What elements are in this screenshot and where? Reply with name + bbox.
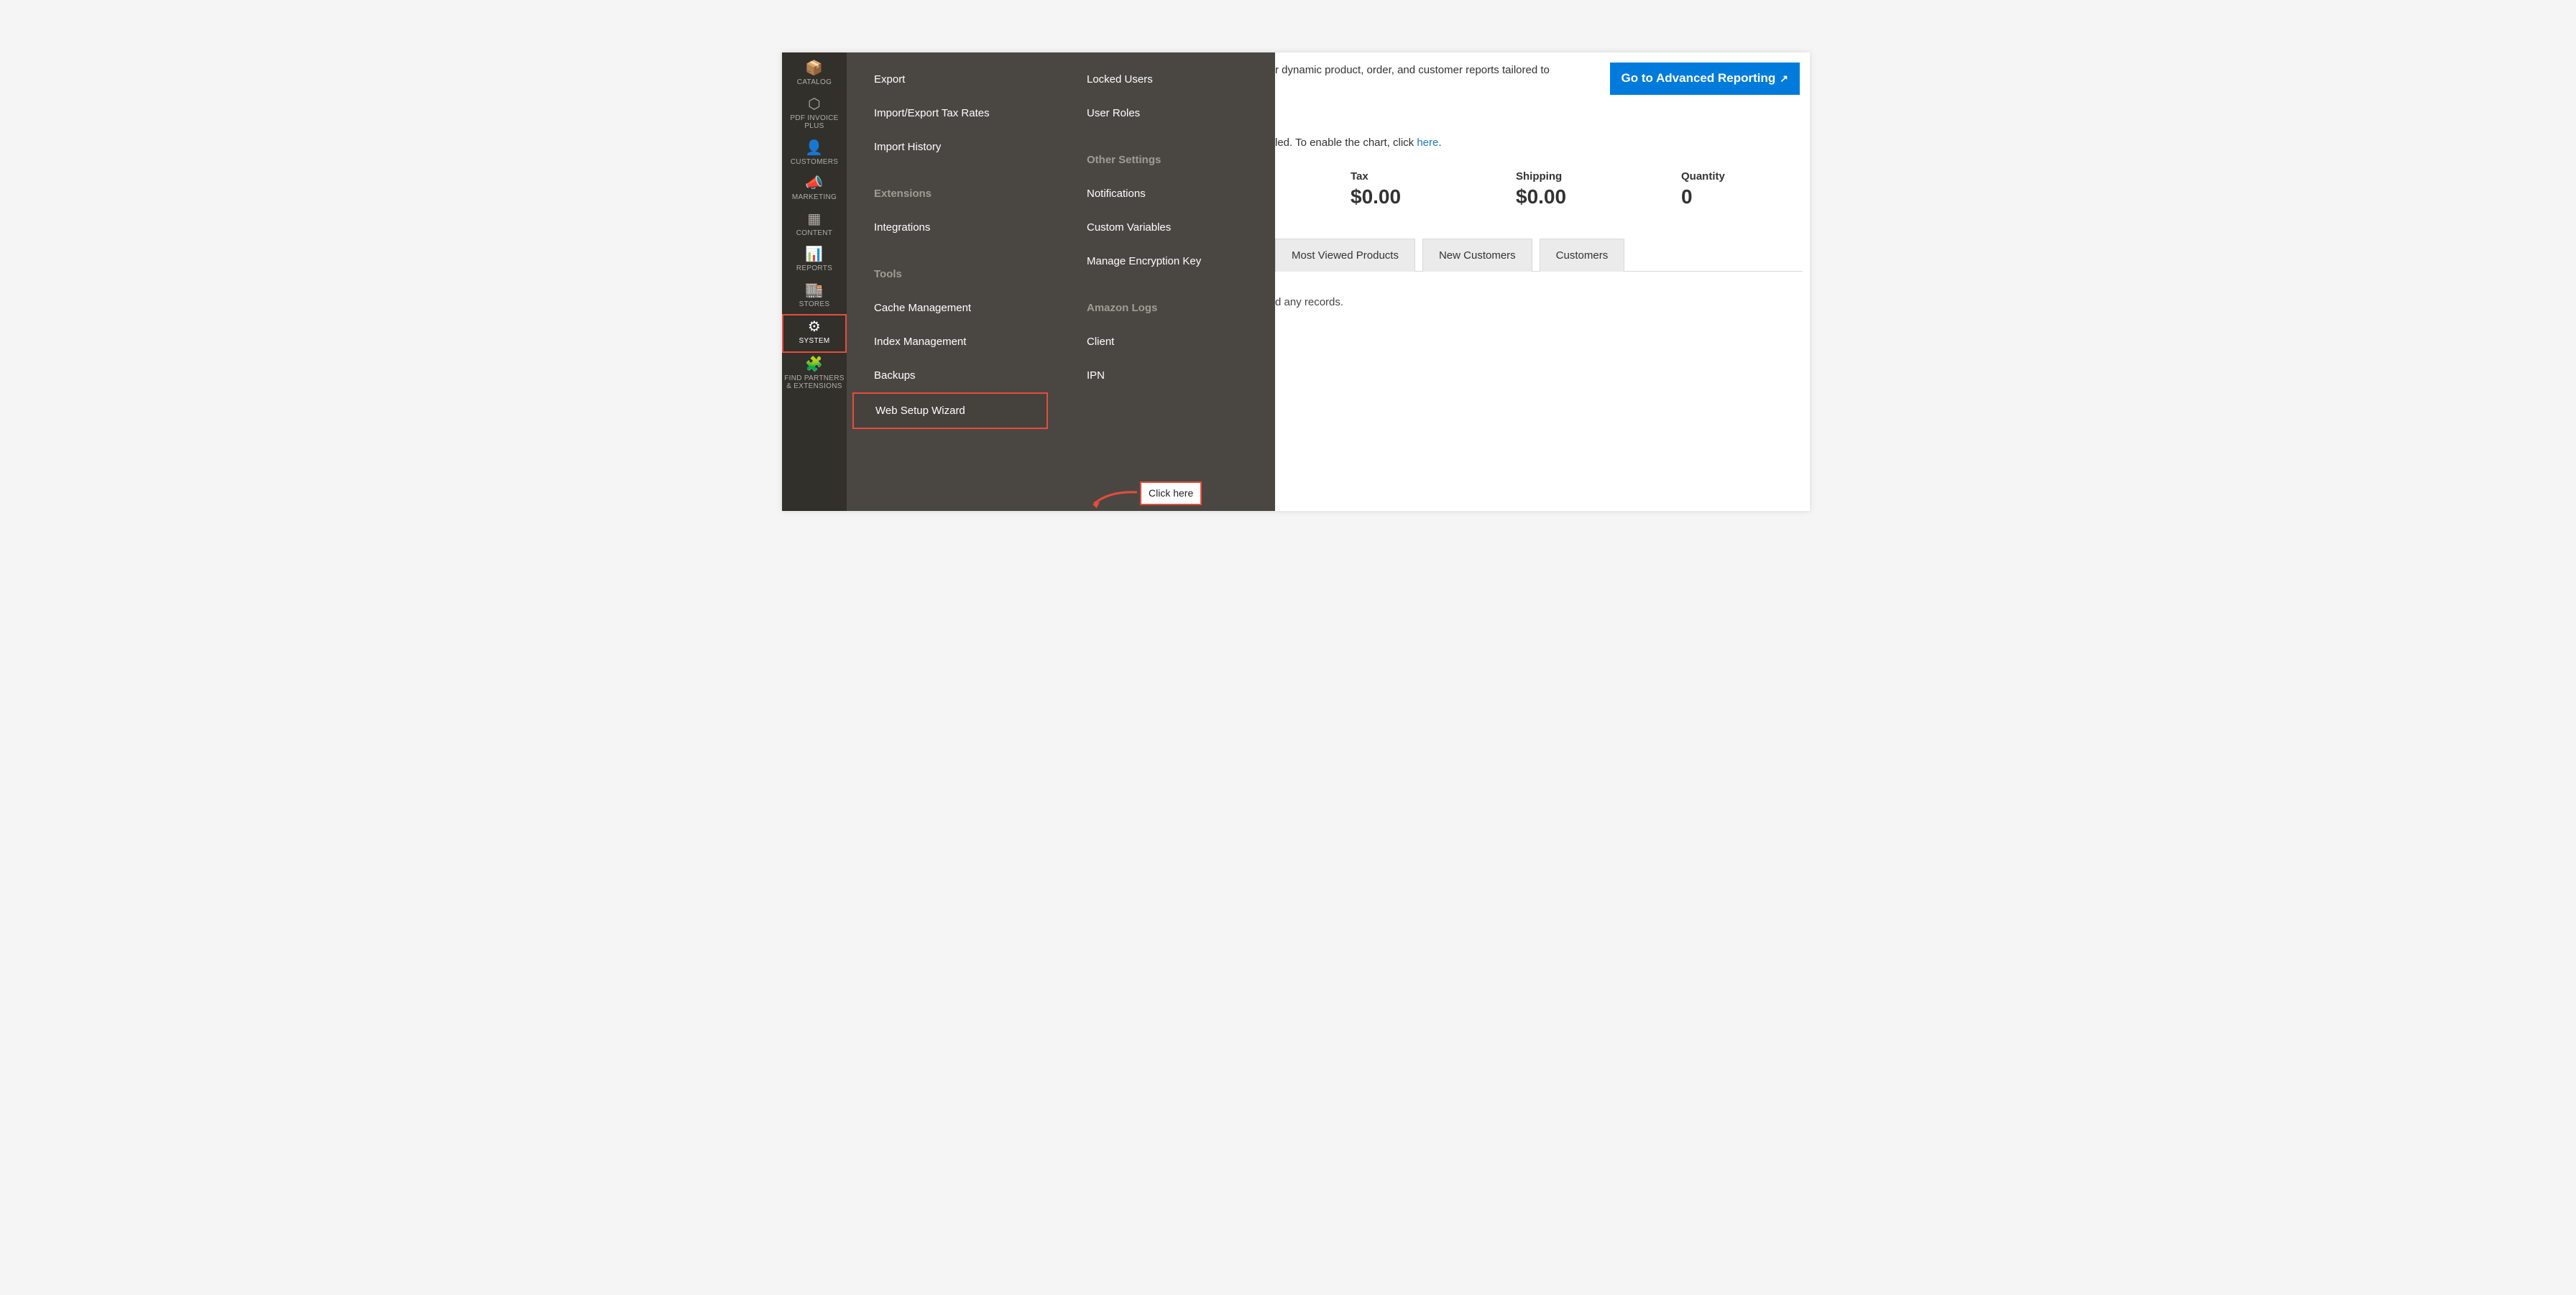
sidebar-item-catalog[interactable]: 📦 CATALOG bbox=[782, 57, 847, 93]
sidebar-item-customers[interactable]: 👤 CUSTOMERS bbox=[782, 137, 847, 172]
sidebar-item-label: CONTENT bbox=[796, 229, 832, 238]
no-records-message: d any records. bbox=[1275, 296, 1810, 308]
flyout-item-imphist[interactable]: Import History bbox=[874, 130, 1062, 164]
tab-newcust[interactable]: New Customers bbox=[1422, 239, 1532, 272]
storefront-icon: 🏬 bbox=[805, 283, 823, 298]
flyout-column-left: ExportImport/Export Tax RatesImport Hist… bbox=[847, 52, 1062, 511]
advanced-reporting-description: r dynamic product, order, and customer r… bbox=[1275, 63, 1610, 76]
admin-panel: 📦 CATALOG ⬡ PDF INVOICE PLUS 👤 CUSTOMERS 📣 MARK… bbox=[782, 52, 1810, 511]
sidebar-item-label: PDF INVOICE PLUS bbox=[783, 114, 845, 131]
flyout-spacer bbox=[874, 244, 1062, 257]
blocks-icon: 🧩 bbox=[805, 357, 823, 372]
flyout-spacer bbox=[1087, 130, 1275, 143]
flyout-item-backups[interactable]: Backups bbox=[874, 359, 1062, 392]
go-to-advanced-reporting-button[interactable]: Go to Advanced Reporting ↗ bbox=[1610, 63, 1800, 95]
flyout-item-client[interactable]: Client bbox=[1087, 325, 1275, 359]
admin-sidebar: 📦 CATALOG ⬡ PDF INVOICE PLUS 👤 CUSTOMERS 📣 MARK… bbox=[782, 52, 847, 511]
sidebar-item-label: MARKETING bbox=[792, 193, 837, 202]
chart-note-prefix: led. To enable the chart, click bbox=[1275, 137, 1417, 149]
flyout-item-roles[interactable]: User Roles bbox=[1087, 96, 1275, 130]
stat-label: Tax bbox=[1351, 170, 1437, 183]
flyout-spacer bbox=[1087, 278, 1275, 291]
person-icon: 👤 bbox=[805, 141, 823, 155]
click-here-tooltip: Click here bbox=[1140, 481, 1202, 505]
sidebar-item-partners[interactable]: 🧩 FIND PARTNERS & EXTENSIONS bbox=[782, 353, 847, 397]
flyout-item-notif[interactable]: Notifications bbox=[1087, 177, 1275, 211]
layout-icon: ▦ bbox=[807, 212, 821, 226]
flyout-item-vars[interactable]: Custom Variables bbox=[1087, 211, 1275, 244]
sidebar-item-pdf[interactable]: ⬡ PDF INVOICE PLUS bbox=[782, 93, 847, 137]
sidebar-item-label: STORES bbox=[799, 300, 830, 309]
sidebar-item-label: SYSTEM bbox=[799, 337, 830, 346]
dashboard-content: r dynamic product, order, and customer r… bbox=[1275, 52, 1810, 511]
flyout-header-other: Other Settings bbox=[1087, 143, 1275, 177]
dashboard-tabs: Most Viewed ProductsNew CustomersCustome… bbox=[1275, 239, 1803, 272]
stat-value: $0.00 bbox=[1351, 185, 1437, 208]
flyout-item-wsw[interactable]: Web Setup Wizard bbox=[852, 392, 1048, 429]
tab-customers[interactable]: Customers bbox=[1540, 239, 1625, 272]
stat-quantity: Quantity 0 bbox=[1681, 170, 1767, 208]
flyout-header-extensions: Extensions bbox=[874, 177, 1062, 211]
flyout-item-export[interactable]: Export bbox=[874, 63, 1062, 96]
enable-chart-link[interactable]: here bbox=[1417, 137, 1438, 149]
stat-value: $0.00 bbox=[1516, 185, 1602, 208]
flyout-column-right: Locked UsersUser Roles Other SettingsNoti… bbox=[1062, 52, 1275, 511]
page-outer: 📦 CATALOG ⬡ PDF INVOICE PLUS 👤 CUSTOMERS 📣 MARK… bbox=[727, 0, 1849, 564]
sidebar-item-content[interactable]: ▦ CONTENT bbox=[782, 208, 847, 244]
stat-tax: Tax $0.00 bbox=[1351, 170, 1437, 208]
gear-icon: ⚙ bbox=[808, 320, 821, 334]
box-icon: 📦 bbox=[805, 61, 823, 75]
stat-label: Quantity bbox=[1681, 170, 1767, 183]
flyout-item-ietax[interactable]: Import/Export Tax Rates bbox=[874, 96, 1062, 130]
bars-icon: 📊 bbox=[805, 247, 823, 262]
go-button-label: Go to Advanced Reporting bbox=[1622, 71, 1776, 86]
stat-shipping: Shipping $0.00 bbox=[1516, 170, 1602, 208]
stats-row: Tax $0.00 Shipping $0.00 Quantity 0 bbox=[1275, 170, 1810, 208]
sidebar-item-label: CUSTOMERS bbox=[791, 158, 838, 167]
top-row: r dynamic product, order, and customer r… bbox=[1275, 52, 1810, 95]
flyout-item-integrations[interactable]: Integrations bbox=[874, 211, 1062, 244]
hexagon-icon: ⬡ bbox=[808, 97, 821, 111]
flyout-spacer bbox=[874, 164, 1062, 177]
sidebar-item-stores[interactable]: 🏬 STORES bbox=[782, 279, 847, 315]
flyout-item-cache[interactable]: Cache Management bbox=[874, 291, 1062, 325]
stat-label: Shipping bbox=[1516, 170, 1602, 183]
sidebar-item-label: FIND PARTNERS & EXTENSIONS bbox=[783, 374, 845, 391]
sidebar-item-marketing[interactable]: 📣 MARKETING bbox=[782, 172, 847, 208]
chart-disabled-note: led. To enable the chart, click here. bbox=[1275, 137, 1810, 149]
flyout-item-index[interactable]: Index Management bbox=[874, 325, 1062, 359]
flyout-item-enc[interactable]: Manage Encryption Key bbox=[1087, 244, 1275, 278]
flyout-header-tools: Tools bbox=[874, 257, 1062, 291]
megaphone-icon: 📣 bbox=[805, 176, 823, 190]
system-flyout-menu: ExportImport/Export Tax RatesImport Hist… bbox=[847, 52, 1275, 511]
flyout-item-locked[interactable]: Locked Users bbox=[1087, 63, 1275, 96]
sidebar-item-label: CATALOG bbox=[797, 78, 832, 87]
annotation-arrow bbox=[1088, 489, 1138, 510]
chart-note-suffix: . bbox=[1438, 137, 1441, 149]
sidebar-item-system[interactable]: ⚙ SYSTEM bbox=[782, 314, 847, 353]
stat-value: 0 bbox=[1681, 185, 1767, 208]
sidebar-item-label: REPORTS bbox=[796, 264, 832, 273]
external-link-icon: ↗ bbox=[1780, 73, 1788, 85]
flyout-item-ipn[interactable]: IPN bbox=[1087, 359, 1275, 392]
tooltip-text: Click here bbox=[1149, 487, 1193, 499]
sidebar-item-reports[interactable]: 📊 REPORTS bbox=[782, 243, 847, 279]
flyout-header-amazon: Amazon Logs bbox=[1087, 291, 1275, 325]
tab-mostviewed[interactable]: Most Viewed Products bbox=[1275, 239, 1415, 272]
